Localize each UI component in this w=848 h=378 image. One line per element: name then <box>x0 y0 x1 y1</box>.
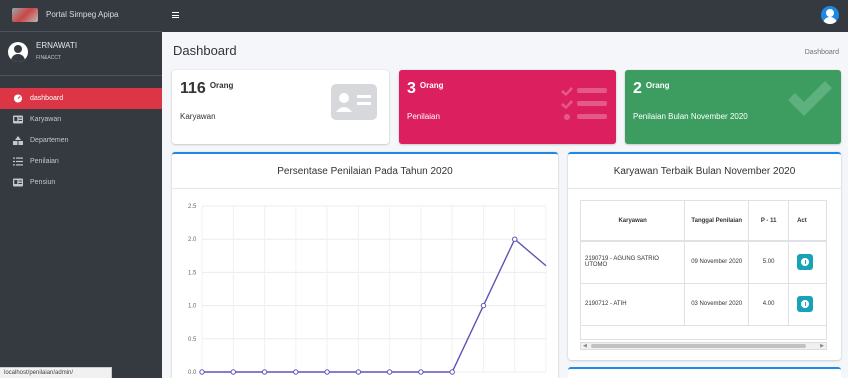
horizontal-scrollbar[interactable]: ◀ ▶ <box>580 342 827 350</box>
table-scroll-area[interactable]: Karyawan Tanggal Penilaian P - 11 Act 21… <box>580 200 827 340</box>
col-header-p11: P - 11 <box>748 201 790 242</box>
sidebar-item-karyawan[interactable]: Karyawan <box>0 109 162 130</box>
cell-p11: 5.00 <box>748 241 790 284</box>
data-point[interactable] <box>512 236 518 242</box>
best-employee-table: Karyawan Tanggal Penilaian P - 11 Act 21… <box>581 201 826 326</box>
y-tick-label: 1.5 <box>188 270 197 276</box>
y-tick-label: 0.5 <box>188 337 197 343</box>
stat-box-karyawan: 116 Orang Karyawan <box>172 70 389 144</box>
data-point[interactable] <box>480 302 487 309</box>
brand-logo <box>12 8 38 22</box>
sidebar-item-label: Pensiun <box>30 179 56 186</box>
cell-tanggal: 09 November 2020 <box>684 241 750 284</box>
sidebar: Portal Simpeg Apipa ERNAWATI FIN&ACCT da… <box>0 0 162 378</box>
sidebar-item-departemen[interactable]: Departemen <box>0 130 162 151</box>
stat-unit: Orang <box>419 81 444 90</box>
stat-number: 116 <box>180 80 206 97</box>
status-bar-url: localhost/penilaian/admin/ <box>0 367 112 378</box>
brand-link[interactable]: Portal Simpeg Apipa <box>0 0 162 32</box>
data-point[interactable] <box>355 369 362 375</box>
tasks-icon <box>13 157 23 166</box>
cell-act <box>788 241 826 284</box>
user-avatar-icon <box>8 42 28 62</box>
breadcrumb[interactable]: Dashboard <box>805 49 839 56</box>
scroll-left-icon[interactable]: ◀ <box>583 344 587 349</box>
table-row: 2190719 - AGUNG SATRIO UTOMO 09 November… <box>581 241 826 284</box>
info-button[interactable] <box>797 296 814 312</box>
y-tick-label: 2.5 <box>188 204 197 210</box>
stat-label: Penilaian <box>407 112 440 121</box>
stat-value: 116 Orang <box>180 80 233 98</box>
id-card-icon <box>13 178 23 187</box>
table-header-row: Karyawan Tanggal Penilaian P - 11 Act <box>581 201 826 242</box>
sidebar-item-label: dashboard <box>30 95 64 102</box>
info-button[interactable] <box>797 254 814 271</box>
check-icon <box>788 81 832 116</box>
data-point[interactable] <box>324 369 330 375</box>
next-card <box>568 367 841 378</box>
sidebar-item-label: Penilaian <box>30 158 59 165</box>
sidebar-item-penilaian[interactable]: Penilaian <box>0 151 162 172</box>
col-header-tanggal: Tanggal Penilaian <box>684 201 750 242</box>
user-account-icon[interactable] <box>821 6 839 24</box>
col-header-act: Act <box>788 201 826 242</box>
y-tick-label: 1.0 <box>188 304 197 310</box>
cell-karyawan: 2190712 - ATIH <box>581 283 686 326</box>
sidebar-item-label: Departemen <box>30 137 69 144</box>
cell-act <box>788 283 826 326</box>
cell-p11: 4.00 <box>748 283 790 326</box>
stat-label: Karyawan <box>180 112 216 121</box>
stat-box-penilaian-november: 2 Orang Penilaian Bulan November 2020 <box>625 70 841 144</box>
y-tick-label: 0.0 <box>188 370 197 376</box>
brand-name: Portal Simpeg Apipa <box>46 10 119 19</box>
chart-card: Persentase Penilaian Pada Tahun 2020 0.0… <box>172 152 558 378</box>
y-tick-label: 2.0 <box>188 237 197 243</box>
data-point[interactable] <box>199 369 205 375</box>
data-point[interactable] <box>261 369 268 375</box>
col-header-karyawan: Karyawan <box>581 201 686 242</box>
stat-unit: Orang <box>645 81 670 90</box>
stat-number: 2 <box>633 80 642 97</box>
page-title: Dashboard <box>173 43 237 58</box>
top-navbar <box>162 0 848 32</box>
table-title: Karyawan Terbaik Bulan November 2020 <box>613 166 796 177</box>
scrollbar-thumb[interactable] <box>591 344 806 348</box>
id-card-icon <box>13 115 23 124</box>
scroll-right-icon[interactable]: ▶ <box>820 344 824 349</box>
sidebar-nav: dashboard Karyawan Departemen Penilaian … <box>0 88 162 193</box>
menu-toggle-icon[interactable] <box>172 12 179 18</box>
stat-value: 2 Orang <box>633 80 669 98</box>
sidebar-item-dashboard[interactable]: dashboard <box>0 88 162 109</box>
tachometer-icon <box>13 94 23 103</box>
line-chart: 0.0 0.5 1.0 1.5 2.0 2.5 <box>188 204 547 376</box>
data-point[interactable] <box>418 369 424 375</box>
card-divider <box>568 188 841 189</box>
stat-value: 3 Orang <box>407 80 443 98</box>
sidebar-item-label: Karyawan <box>30 116 62 123</box>
data-point[interactable] <box>386 369 393 375</box>
tasks-icon <box>561 87 607 120</box>
user-role: FIN&ACCT <box>36 55 61 61</box>
stat-label: Penilaian Bulan November 2020 <box>633 112 748 121</box>
data-point[interactable] <box>293 369 299 375</box>
stat-number: 3 <box>407 80 416 97</box>
user-panel[interactable]: ERNAWATI FIN&ACCT <box>0 32 162 76</box>
cell-tanggal: 03 November 2020 <box>684 283 750 326</box>
stat-unit: Orang <box>209 81 234 90</box>
data-point[interactable] <box>230 369 236 375</box>
cell-karyawan: 2190719 - AGUNG SATRIO UTOMO <box>581 241 686 284</box>
sidebar-item-pensiun[interactable]: Pensiun <box>0 172 162 193</box>
user-name[interactable]: ERNAWATI <box>36 41 77 50</box>
sitemap-icon <box>13 136 23 145</box>
table-row: 2190712 - ATIH 03 November 2020 4.00 <box>581 283 826 326</box>
id-card-icon <box>331 84 377 120</box>
best-employee-card: Karyawan Terbaik Bulan November 2020 Kar… <box>568 152 841 360</box>
stat-box-penilaian: 3 Orang Penilaian <box>399 70 616 144</box>
data-point[interactable] <box>449 369 455 375</box>
